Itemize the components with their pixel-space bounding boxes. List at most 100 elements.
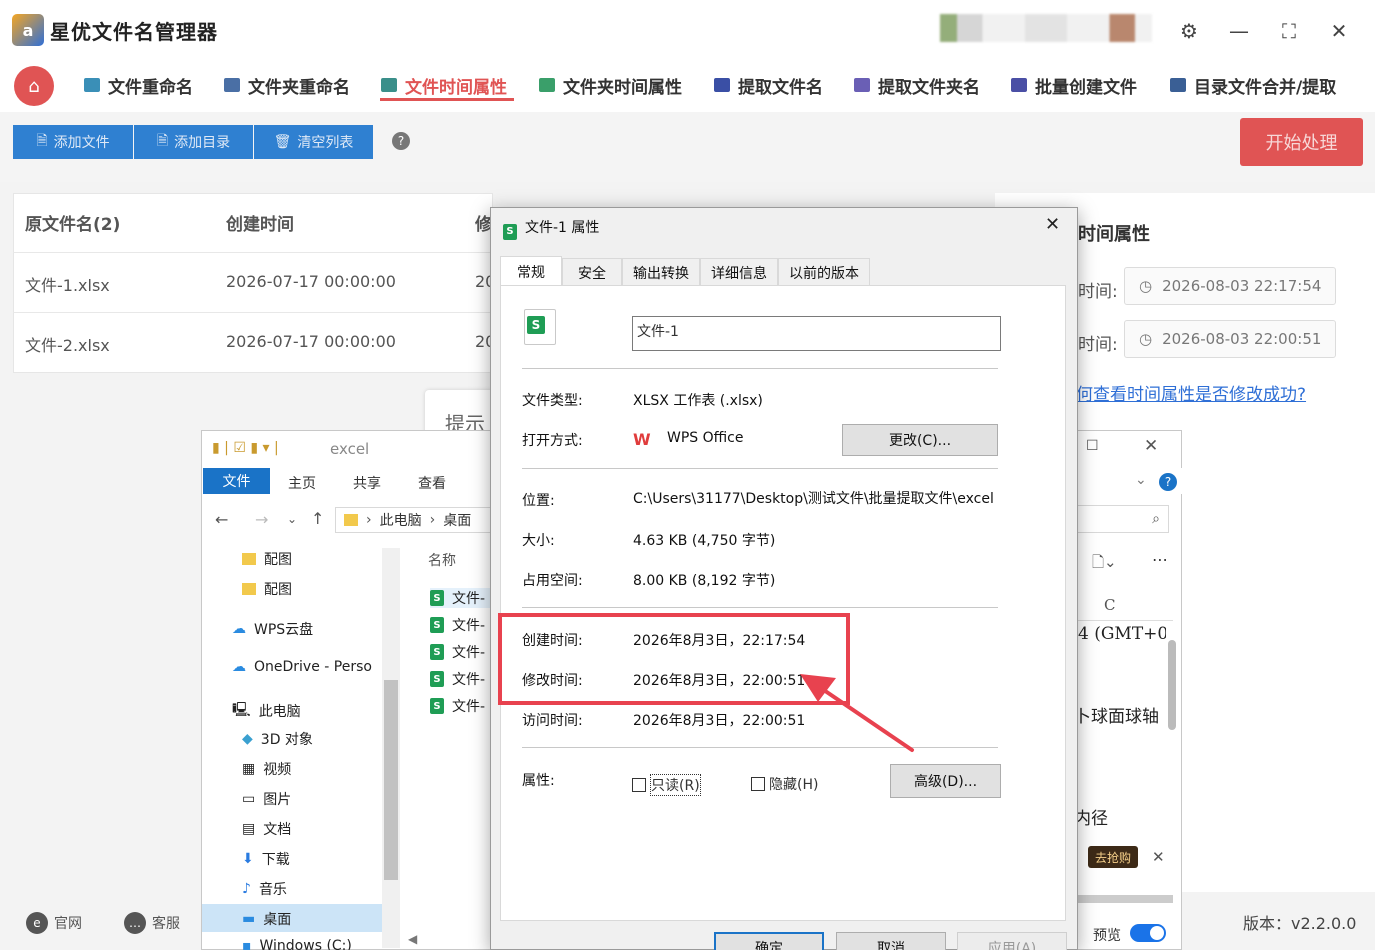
tab-general[interactable]: 常规 — [500, 256, 562, 286]
settings-icon[interactable]: ⚙ — [1176, 18, 1202, 44]
chevron-down-icon[interactable]: ⌄ — [287, 512, 297, 526]
nav-item-this-pc[interactable]: 🖳 此电脑 — [232, 699, 301, 723]
computer-icon: 🖳 — [232, 702, 251, 718]
tab-extract-filename[interactable]: 提取文件名 — [714, 70, 823, 100]
tab-merge-extract[interactable]: 目录文件合并/提取 — [1170, 70, 1336, 100]
disk-size-label: 占用空间: — [522, 573, 583, 589]
home-button[interactable]: ⌂ — [14, 66, 54, 106]
file-list-item[interactable]: S 文件- — [430, 615, 485, 635]
tab-details[interactable]: 详细信息 — [700, 258, 778, 286]
nav-scroll-thumb[interactable] — [384, 680, 398, 880]
col-header-created[interactable]: 创建时间 — [226, 210, 294, 235]
hidden-checkbox[interactable]: 隐藏(H) — [751, 774, 818, 794]
close-icon[interactable]: ✕ — [1144, 436, 1158, 456]
maximize-icon[interactable]: ⛶ — [1276, 18, 1302, 44]
document-icon: ▤ — [242, 821, 256, 837]
add-file-button[interactable]: 🗎 添加文件 — [13, 125, 133, 159]
checkbox-box[interactable] — [632, 778, 646, 792]
add-directory-button[interactable]: 🗎 添加目录 — [134, 125, 253, 159]
file-list-item[interactable]: S 文件- — [430, 588, 490, 608]
created-time-label: 时间: — [1078, 282, 1118, 302]
nav-item-peitu-2[interactable]: 配图 — [242, 579, 292, 599]
tab-batch-create[interactable]: 批量创建文件 — [1011, 70, 1137, 100]
website-link[interactable]: e 官网 — [26, 912, 82, 934]
nav-item-onedrive[interactable]: ☁ OneDrive - Perso — [232, 659, 382, 675]
cancel-button[interactable]: 取消 — [836, 932, 946, 950]
search-input[interactable]: ⌕ — [1077, 505, 1169, 533]
tab-folder-rename[interactable]: 文件夹重命名 — [224, 70, 350, 100]
nav-item-videos[interactable]: ▦ 视频 — [242, 759, 291, 779]
readonly-checkbox[interactable]: 只读(R) — [632, 774, 701, 796]
new-document-icon[interactable]: 🗋⌄ — [1092, 552, 1117, 577]
maximize-icon[interactable]: ☐ — [1086, 438, 1099, 454]
filename-input[interactable]: 文件-1 — [632, 316, 1001, 351]
user-avatar-blurred[interactable] — [940, 14, 1152, 42]
column-header-name[interactable]: 名称 — [428, 550, 456, 570]
back-arrow-icon[interactable]: ← — [215, 510, 228, 529]
tab-previous-versions[interactable]: 以前的版本 — [778, 258, 870, 286]
table-row-name[interactable]: 文件-1.xlsx — [25, 272, 110, 296]
extract-folder-icon — [854, 78, 870, 92]
nav-item-pictures[interactable]: ▭ 图片 — [242, 789, 291, 809]
checkbox-box[interactable] — [751, 777, 765, 791]
quick-access-toolbar[interactable]: ▮ | ☑ ▮ ▾ | — [212, 440, 279, 456]
file-list-item[interactable]: S 文件- — [430, 669, 485, 689]
close-icon[interactable]: ✕ — [1045, 214, 1060, 235]
nav-item-desktop[interactable]: ▬ 桌面 — [242, 909, 291, 929]
sheet-h-scrollbar[interactable] — [1077, 895, 1173, 903]
more-icon[interactable]: ⋯ — [1152, 550, 1168, 569]
divider — [522, 468, 998, 469]
up-arrow-icon[interactable]: ↑ — [311, 509, 324, 528]
clear-list-button[interactable]: 🗑 清空列表 — [254, 125, 373, 159]
table-row-name[interactable]: 文件-2.xlsx — [25, 332, 110, 356]
tab-file-time-attr[interactable]: 文件时间属性 — [381, 70, 507, 100]
ribbon-tab-home[interactable]: 主页 — [288, 473, 316, 493]
address-bar[interactable]: › 此电脑 › 桌面 — [335, 507, 495, 533]
tab-extract-foldername[interactable]: 提取文件夹名 — [854, 70, 980, 100]
how-to-verify-link[interactable]: 何查看时间属性是否修改成功? — [1076, 380, 1306, 405]
promo-badge[interactable]: 去抢购 — [1088, 846, 1138, 868]
file-list-item[interactable]: S 文件- — [430, 642, 485, 662]
col-header-filename[interactable]: 原文件名(2) — [25, 210, 120, 235]
help-icon[interactable]: ? — [392, 132, 410, 150]
sheet-cell: 内径 — [1074, 809, 1108, 829]
nav-item-3d-objects[interactable]: ◆ 3D 对象 — [242, 729, 313, 749]
advanced-button[interactable]: 高级(D)... — [890, 764, 1001, 798]
nav-item-downloads[interactable]: ⬇ 下载 — [242, 849, 290, 869]
nav-item-documents[interactable]: ▤ 文档 — [242, 819, 291, 839]
ribbon-tab-file[interactable]: 文件 — [203, 468, 270, 494]
ok-button[interactable]: 确定 — [714, 932, 824, 950]
apply-button[interactable]: 应用(A) — [957, 932, 1067, 950]
tab-file-rename[interactable]: 文件重命名 — [84, 70, 193, 100]
scroll-left-icon[interactable]: ◀ — [408, 932, 417, 946]
sheet-scroll-thumb[interactable] — [1168, 640, 1176, 730]
general-tab-panel — [500, 285, 1066, 921]
forward-arrow-icon[interactable]: → — [255, 510, 268, 529]
close-icon[interactable]: ✕ — [1326, 18, 1352, 44]
start-button[interactable]: 开始处理 — [1240, 118, 1363, 166]
minimize-icon[interactable]: — — [1226, 18, 1252, 44]
tab-folder-time-attr[interactable]: 文件夹时间属性 — [539, 70, 682, 100]
file-list-item[interactable]: S 文件- — [430, 696, 485, 716]
nav-item-windows-c[interactable]: ▪ Windows (C:) — [242, 938, 352, 950]
tab-output-convert[interactable]: 输出转换 — [622, 258, 700, 286]
chevron-down-icon[interactable]: ⌄ — [1135, 472, 1147, 488]
annotation-arrow-icon — [800, 674, 914, 752]
breadcrumb-this-pc[interactable]: 此电脑 — [380, 510, 422, 530]
breadcrumb-desktop[interactable]: 桌面 — [443, 510, 471, 530]
change-button[interactable]: 更改(C)... — [842, 424, 998, 456]
modified-time-input[interactable]: ◷ 2026-08-03 22:00:51 — [1124, 320, 1336, 358]
open-with-label: 打开方式: — [522, 433, 583, 449]
nav-item-peitu[interactable]: 配图 — [242, 549, 292, 569]
ribbon-tab-view[interactable]: 查看 — [418, 473, 446, 493]
xlsx-icon: S — [503, 219, 517, 240]
service-link[interactable]: … 客服 — [124, 912, 180, 934]
close-icon[interactable]: ✕ — [1152, 848, 1165, 866]
ribbon-tab-share[interactable]: 共享 — [353, 473, 381, 493]
created-time-input[interactable]: ◷ 2026-08-03 22:17:54 — [1124, 267, 1336, 305]
preview-toggle[interactable] — [1130, 924, 1166, 942]
help-icon[interactable]: ? — [1159, 473, 1177, 491]
tab-security[interactable]: 安全 — [562, 258, 622, 286]
nav-item-music[interactable]: ♪ 音乐 — [242, 879, 287, 899]
nav-item-wps-cloud[interactable]: ☁ WPS云盘 — [232, 619, 313, 639]
